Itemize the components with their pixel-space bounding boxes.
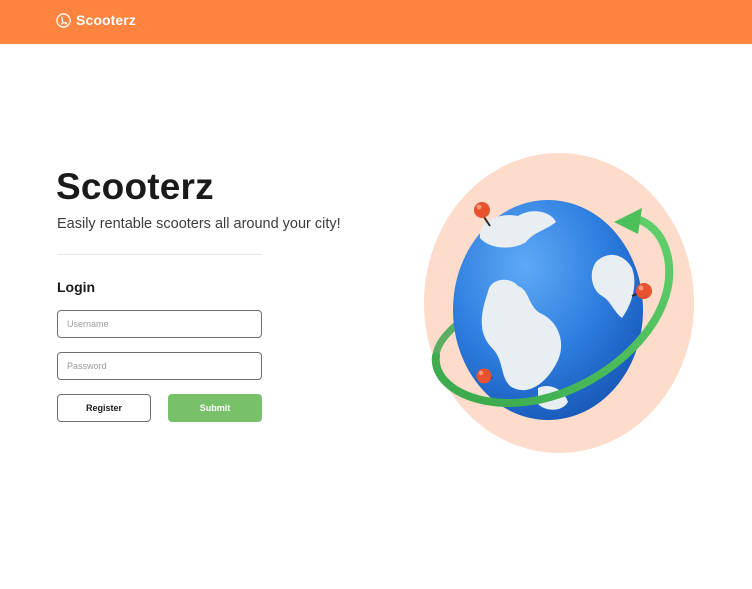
hero-tagline: Easily rentable scooters all around your… bbox=[57, 216, 341, 232]
globe-with-pins-illustration bbox=[424, 153, 694, 453]
register-button[interactable]: Register bbox=[57, 394, 151, 422]
page-title: Scooterz bbox=[56, 166, 214, 207]
brand-name: Scooterz bbox=[76, 12, 136, 28]
password-input[interactable] bbox=[57, 352, 262, 380]
top-navigation-bar: Scooterz bbox=[0, 0, 752, 44]
scooter-logo-icon bbox=[56, 12, 71, 28]
login-heading: Login bbox=[57, 279, 96, 295]
username-input[interactable] bbox=[57, 310, 262, 338]
brand-home-link[interactable]: Scooterz bbox=[56, 12, 136, 28]
submit-button[interactable]: Submit bbox=[168, 394, 262, 422]
section-divider bbox=[57, 254, 262, 255]
